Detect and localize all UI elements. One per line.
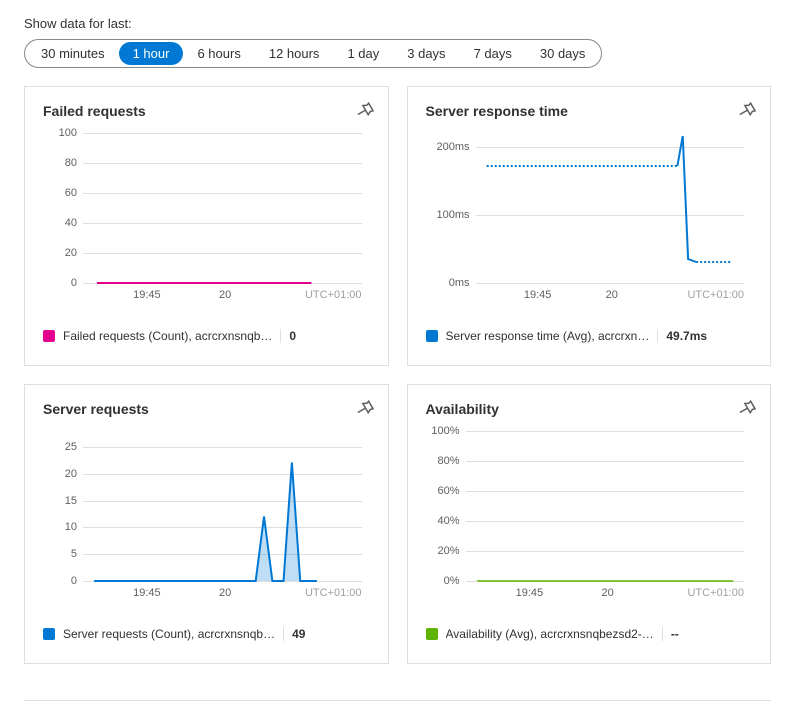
x-timezone: UTC+01:00 xyxy=(687,587,744,599)
panel-title: Failed requests xyxy=(43,103,370,119)
legend-value: 49 xyxy=(292,627,305,641)
panel-server-response-time[interactable]: Server response time 200ms 100ms 0ms 19:… xyxy=(407,86,772,366)
plot-line xyxy=(83,133,362,283)
time-pill-3d[interactable]: 3 days xyxy=(393,42,459,65)
panel-availability[interactable]: Availability 100% 80% 60% 40% 20% 0% 19:… xyxy=(407,384,772,664)
y-tick: 80% xyxy=(437,455,465,467)
time-pill-7d[interactable]: 7 days xyxy=(460,42,526,65)
chart-server-requests: 25 20 15 10 5 0 xyxy=(83,431,362,581)
time-filter-label: Show data for last: xyxy=(24,16,771,31)
legend-swatch xyxy=(426,330,438,342)
time-pill-1h[interactable]: 1 hour xyxy=(119,42,184,65)
x-tick: 20 xyxy=(219,587,305,599)
legend-swatch xyxy=(43,628,55,640)
footer-divider xyxy=(24,700,771,701)
panel-title: Availability xyxy=(426,401,753,417)
legend-separator xyxy=(280,329,281,343)
chart-legend: Server response time (Avg), acrcrxn… 49.… xyxy=(426,329,753,343)
y-tick: 25 xyxy=(65,441,83,453)
y-tick: 0 xyxy=(71,575,83,587)
x-axis: 19:45 20 UTC+01:00 xyxy=(466,587,745,599)
y-tick: 40 xyxy=(65,217,83,229)
x-tick: 19:45 xyxy=(466,587,602,599)
y-tick: 5 xyxy=(71,548,83,560)
x-tick: 19:45 xyxy=(83,289,219,301)
time-pill-12h[interactable]: 12 hours xyxy=(255,42,334,65)
legend-label: Failed requests (Count), acrcrxnsnqb… xyxy=(63,329,272,343)
y-tick: 15 xyxy=(65,495,83,507)
legend-swatch xyxy=(426,628,438,640)
legend-swatch xyxy=(43,330,55,342)
panels-grid: Failed requests 100 80 60 40 20 0 19:45 … xyxy=(24,86,771,664)
x-tick: 19:45 xyxy=(83,587,219,599)
y-tick: 40% xyxy=(437,515,465,527)
x-axis: 19:45 20 UTC+01:00 xyxy=(83,587,362,599)
pin-icon[interactable] xyxy=(354,399,374,419)
chart-legend: Availability (Avg), acrcrxnsnqbezsd2-… -… xyxy=(426,627,753,641)
plot-line xyxy=(476,133,745,283)
chart-server-response-time: 200ms 100ms 0ms xyxy=(476,133,745,283)
x-timezone: UTC+01:00 xyxy=(305,587,362,599)
legend-separator xyxy=(657,329,658,343)
x-axis: 19:45 20 UTC+01:00 xyxy=(476,289,745,301)
chart-availability: 100% 80% 60% 40% 20% 0% xyxy=(466,431,745,581)
legend-value: 49.7ms xyxy=(666,329,707,343)
y-tick: 20 xyxy=(65,247,83,259)
pin-icon[interactable] xyxy=(736,101,756,121)
x-tick: 20 xyxy=(606,289,688,301)
y-tick: 0% xyxy=(444,575,466,587)
panel-title: Server response time xyxy=(426,103,753,119)
x-timezone: UTC+01:00 xyxy=(305,289,362,301)
y-tick: 80 xyxy=(65,157,83,169)
y-tick: 200ms xyxy=(436,141,475,153)
y-tick: 100ms xyxy=(436,209,475,221)
chart-legend: Server requests (Count), acrcrxnsnqb… 49 xyxy=(43,627,370,641)
time-pill-30d[interactable]: 30 days xyxy=(526,42,600,65)
x-tick: 20 xyxy=(219,289,305,301)
plot-area xyxy=(83,431,362,581)
y-tick: 20% xyxy=(437,545,465,557)
plot-line xyxy=(466,431,745,581)
legend-label: Server response time (Avg), acrcrxn… xyxy=(446,329,650,343)
time-pill-30m[interactable]: 30 minutes xyxy=(27,42,119,65)
chart-failed-requests: 100 80 60 40 20 0 xyxy=(83,133,362,283)
panel-title: Server requests xyxy=(43,401,370,417)
time-pill-1d[interactable]: 1 day xyxy=(333,42,393,65)
y-tick: 0 xyxy=(71,277,83,289)
y-tick: 0ms xyxy=(449,277,476,289)
pin-icon[interactable] xyxy=(354,101,374,121)
x-axis: 19:45 20 UTC+01:00 xyxy=(83,289,362,301)
y-tick: 60% xyxy=(437,485,465,497)
legend-value: -- xyxy=(671,627,679,641)
y-tick: 10 xyxy=(65,521,83,533)
legend-separator xyxy=(662,627,663,641)
x-timezone: UTC+01:00 xyxy=(687,289,744,301)
y-tick: 20 xyxy=(65,468,83,480)
time-filter-pills: 30 minutes 1 hour 6 hours 12 hours 1 day… xyxy=(24,39,602,68)
legend-label: Server requests (Count), acrcrxnsnqb… xyxy=(63,627,275,641)
panel-failed-requests[interactable]: Failed requests 100 80 60 40 20 0 19:45 … xyxy=(24,86,389,366)
time-pill-6h[interactable]: 6 hours xyxy=(183,42,254,65)
x-tick: 20 xyxy=(602,587,688,599)
y-tick: 60 xyxy=(65,187,83,199)
y-tick: 100 xyxy=(59,127,83,139)
legend-value: 0 xyxy=(289,329,296,343)
panel-server-requests[interactable]: Server requests 25 20 15 10 5 0 19:45 20… xyxy=(24,384,389,664)
legend-separator xyxy=(283,627,284,641)
legend-label: Availability (Avg), acrcrxnsnqbezsd2-… xyxy=(446,627,654,641)
x-tick: 19:45 xyxy=(476,289,606,301)
pin-icon[interactable] xyxy=(736,399,756,419)
chart-legend: Failed requests (Count), acrcrxnsnqb… 0 xyxy=(43,329,370,343)
y-tick: 100% xyxy=(431,425,465,437)
